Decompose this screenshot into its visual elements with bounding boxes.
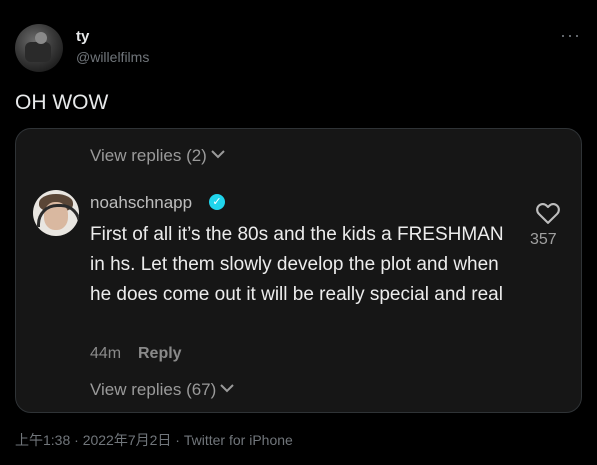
chevron-down-icon xyxy=(211,144,225,164)
tweet-timestamp[interactable]: 上午1:38 · 2022年7月2日 · xyxy=(15,432,184,448)
author-avatar[interactable] xyxy=(15,24,63,72)
heart-icon[interactable] xyxy=(534,199,562,227)
tweet-source-link[interactable]: Twitter for iPhone xyxy=(184,432,293,448)
like-count: 357 xyxy=(530,231,557,248)
tweet-text: OH WOW xyxy=(15,91,109,114)
commenter-username[interactable]: noahschnapp xyxy=(90,193,192,213)
tweet-meta: 上午1:38 · 2022年7月2日 · Twitter for iPhone xyxy=(15,430,293,450)
avatar-shape xyxy=(25,42,51,62)
commenter-avatar[interactable] xyxy=(33,190,79,236)
view-replies-label: View replies (2) xyxy=(90,146,207,165)
comment-time: 44m xyxy=(90,345,122,362)
verified-badge-icon: ✓ xyxy=(209,194,225,210)
view-replies-label: View replies (67) xyxy=(90,380,217,399)
author-handle[interactable]: @willelfilms xyxy=(76,49,149,65)
comment-body: First of all it’s the 80s and the kids a… xyxy=(90,224,504,305)
more-icon[interactable]: ··· xyxy=(560,25,581,46)
chevron-down-icon xyxy=(220,378,235,398)
view-replies-bottom[interactable]: View replies (67) xyxy=(90,378,235,400)
reply-button[interactable]: Reply xyxy=(138,345,182,363)
author-display-name[interactable]: ty xyxy=(76,28,89,45)
avatar-shape xyxy=(35,32,47,44)
tweet-media[interactable]: View replies (2) noahschnapp ✓ First of … xyxy=(15,128,582,413)
view-replies-top[interactable]: View replies (2) xyxy=(90,146,225,166)
